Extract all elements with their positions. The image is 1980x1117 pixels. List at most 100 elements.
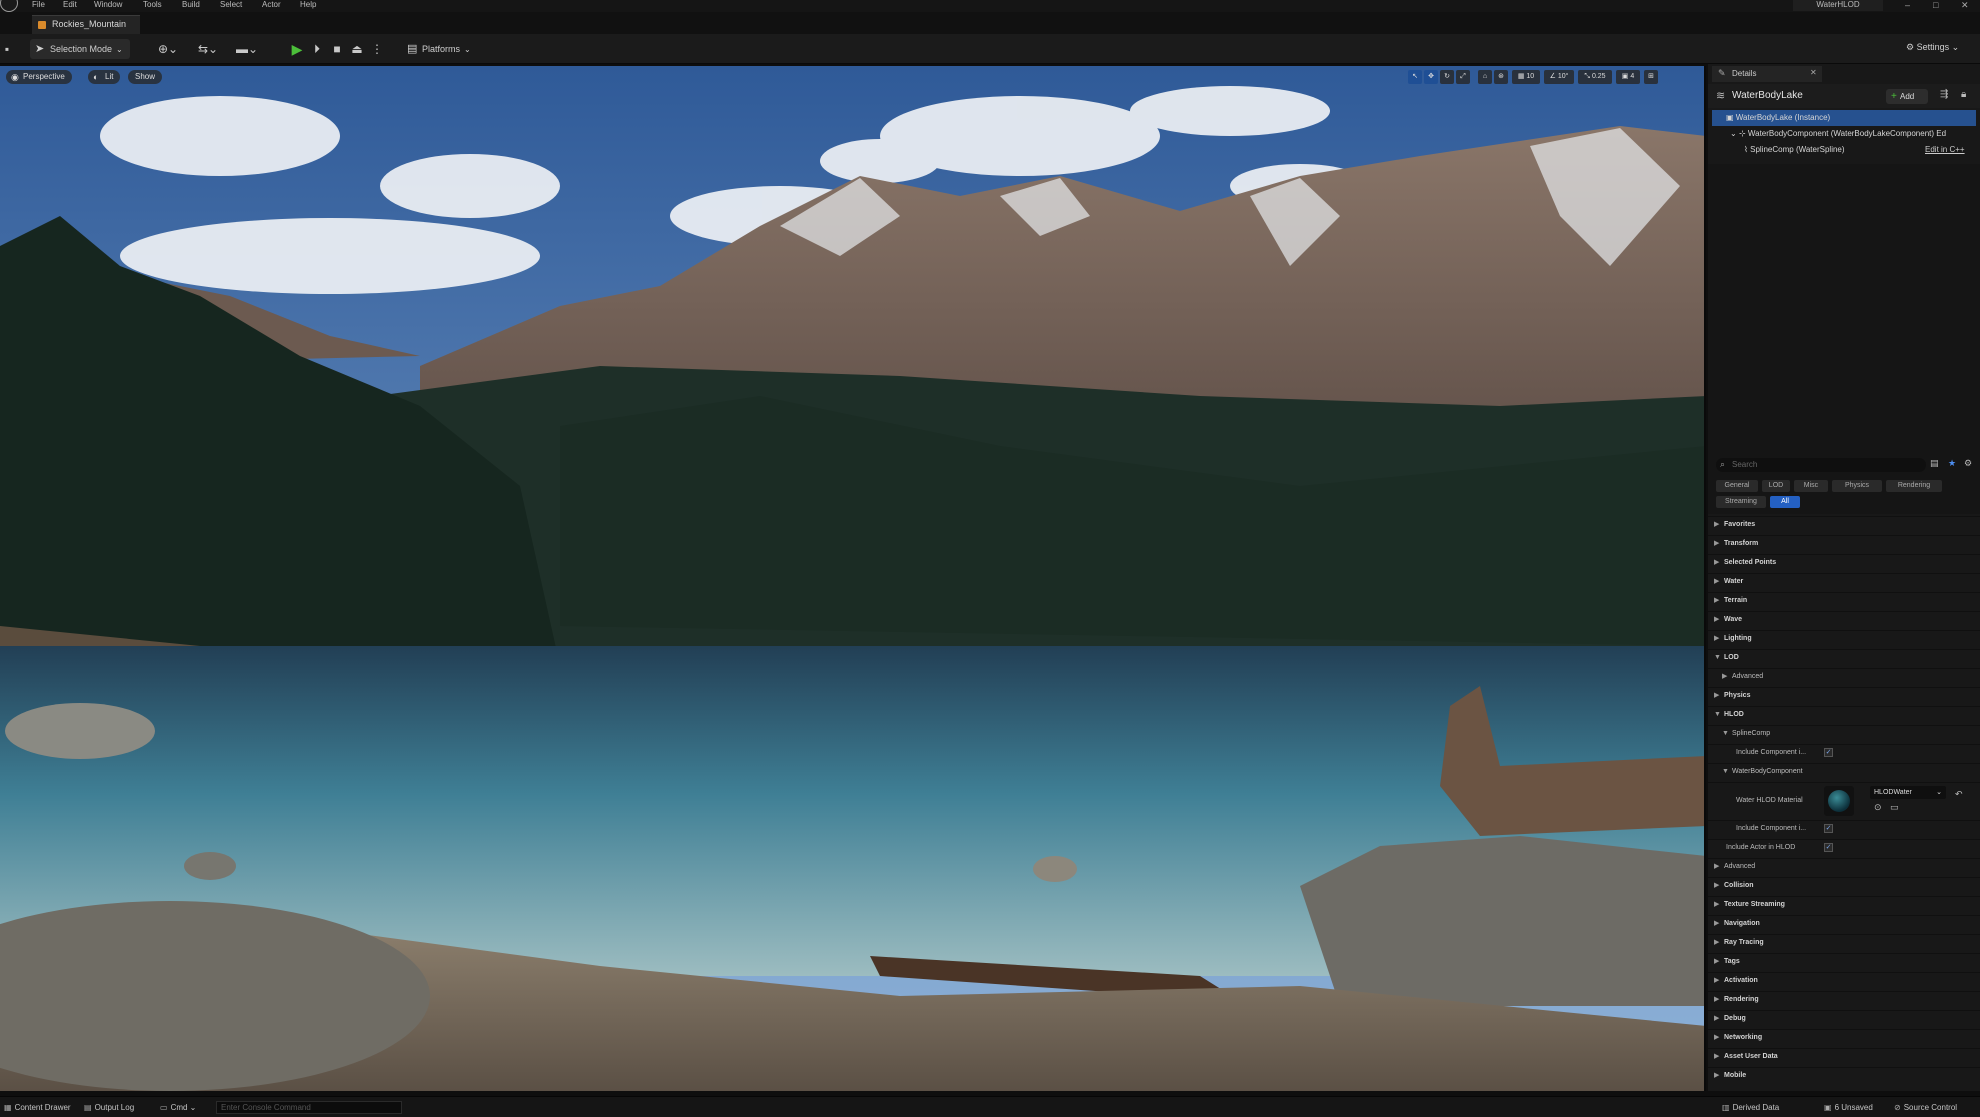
category-waterbodycomponent[interactable]: ▼ WaterBodyComponent (1708, 763, 1980, 778)
material-thumbnail[interactable] (1824, 786, 1854, 816)
surface-snap-icon[interactable]: ⊛ (1494, 70, 1508, 84)
reset-to-default-icon[interactable]: ↶ (1955, 789, 1963, 800)
category-collision[interactable]: ▶ Collision (1708, 877, 1980, 892)
lock-icon[interactable]: 🔒︎ (1961, 89, 1966, 100)
category-texture-streaming[interactable]: ▶ Texture Streaming (1708, 896, 1980, 911)
more-options-icon[interactable]: ⋮ (370, 42, 384, 56)
menu-build[interactable]: Build (182, 0, 200, 12)
local-space-icon[interactable]: ⌂ (1478, 70, 1492, 84)
close-window-button[interactable]: ✕ (1961, 0, 1969, 10)
scale-tool-icon[interactable]: ⤢ (1456, 70, 1470, 84)
menu-tools[interactable]: Tools (143, 0, 162, 12)
filter-rendering[interactable]: Rendering (1886, 480, 1942, 492)
browse-asset-icon[interactable]: ⊙ (1874, 802, 1882, 813)
grid-snap-button[interactable]: ▦ 10 (1512, 70, 1540, 84)
filter-streaming[interactable]: Streaming (1716, 496, 1766, 508)
view-mode-button[interactable]: ◐ Lit (88, 70, 121, 84)
tab-level[interactable]: Rockies_Mountain (32, 15, 140, 34)
category-lod-advanced[interactable]: ▶ Advanced (1708, 668, 1980, 683)
close-icon[interactable]: ✕ (1810, 68, 1817, 77)
category-water[interactable]: ▶ Water (1708, 573, 1980, 588)
edit-cpp-link[interactable]: Edit in C++ (1925, 142, 1965, 158)
settings-button[interactable]: ⚙ Settings ⌄ (1906, 42, 1959, 53)
category-hlod[interactable]: ▼ HLOD (1708, 706, 1980, 721)
cmd-dropdown[interactable]: ▭ Cmd ⌄ (160, 1101, 196, 1114)
category-selected-points[interactable]: ▶ Selected Points (1708, 554, 1980, 569)
platforms-button[interactable]: ▤ Platforms ⌄ (402, 39, 476, 59)
category-transform[interactable]: ▶ Transform (1708, 535, 1980, 550)
tab-details[interactable]: ✎ Details ✕ (1712, 66, 1822, 82)
blueprint-icon[interactable]: ⇶ (1940, 89, 1948, 100)
scale-snap-button[interactable]: ⤡ 0.25 (1578, 70, 1612, 84)
menu-file[interactable]: File (32, 0, 45, 12)
table-view-icon[interactable]: ▤ (1930, 458, 1939, 469)
category-mobile[interactable]: ▶ Mobile (1708, 1067, 1980, 1082)
menu-actor[interactable]: Actor (262, 0, 281, 12)
stop-icon[interactable]: ■ (330, 42, 344, 56)
material-asset-picker[interactable]: HLODWater ⌄ (1870, 786, 1946, 799)
category-splinecomp[interactable]: ▼ SplineComp (1708, 725, 1980, 740)
blueprints-icon[interactable]: ⇆⌄ (195, 42, 221, 56)
eject-icon[interactable]: ⏏ (350, 42, 364, 56)
category-networking[interactable]: ▶ Networking (1708, 1029, 1980, 1044)
details-search-input[interactable]: ⌕ Search (1716, 458, 1926, 472)
gear-icon[interactable]: ⚙ (1964, 458, 1972, 469)
category-navigation[interactable]: ▶ Navigation (1708, 915, 1980, 930)
category-lod[interactable]: ▼ LOD (1708, 649, 1980, 664)
menu-help[interactable]: Help (300, 0, 316, 12)
add-content-icon[interactable]: ⊕⌄ (155, 42, 181, 56)
minimize-button[interactable]: – (1905, 0, 1910, 10)
category-lighting[interactable]: ▶ Lighting (1708, 630, 1980, 645)
maximize-viewport-icon[interactable]: ⊞ (1644, 70, 1658, 84)
derived-data-button[interactable]: ▥ Derived Data (1722, 1101, 1779, 1114)
category-terrain[interactable]: ▶ Terrain (1708, 592, 1980, 607)
category-wave[interactable]: ▶ Wave (1708, 611, 1980, 626)
filter-physics[interactable]: Physics (1832, 480, 1882, 492)
menu-select[interactable]: Select (220, 0, 242, 12)
include-component-spline-checkbox[interactable]: ✓ (1824, 748, 1833, 757)
component-row-instance[interactable]: ▣ WaterBodyLake (Instance) (1712, 110, 1976, 126)
menu-window[interactable]: Window (94, 0, 122, 12)
output-log-button[interactable]: ▤ Output Log (84, 1101, 134, 1114)
cinematics-icon[interactable]: ▬⌄ (234, 42, 260, 56)
unsaved-button[interactable]: ▣ 6 Unsaved (1824, 1101, 1873, 1114)
use-selected-asset-icon[interactable]: ▭ (1890, 802, 1899, 813)
selection-mode-button[interactable]: ➤ Selection Mode ⌄ (30, 39, 130, 59)
category-favorites[interactable]: ▶ Favorites (1708, 516, 1980, 531)
content-drawer-button[interactable]: ▦ Content Drawer (4, 1101, 71, 1114)
level-viewport[interactable]: ◉ Perspective ◐ Lit Show ↖ ✥ ↻ ⤢ ⌂ ⊛ ▦ 10 … (0, 66, 1706, 1091)
category-debug[interactable]: ▶ Debug (1708, 1010, 1980, 1025)
include-component-waterbody-checkbox[interactable]: ✓ (1824, 824, 1833, 833)
filter-lod[interactable]: LOD (1762, 480, 1790, 492)
include-actor-in-hlod-checkbox[interactable]: ✓ (1824, 843, 1833, 852)
save-icon[interactable]: ▪ (0, 42, 14, 56)
favorite-star-icon[interactable]: ★ (1948, 458, 1956, 469)
show-button[interactable]: Show (128, 70, 163, 84)
rotate-tool-icon[interactable]: ↻ (1440, 70, 1454, 84)
viewport-scene[interactable] (0, 66, 1706, 1091)
filter-misc[interactable]: Misc (1794, 480, 1828, 492)
category-rendering[interactable]: ▶ Rendering (1708, 991, 1980, 1006)
category-hlod-advanced[interactable]: ▶ Advanced (1708, 858, 1980, 873)
category-asset-user-data[interactable]: ▶ Asset User Data (1708, 1048, 1980, 1063)
unreal-logo-icon[interactable] (0, 0, 18, 12)
component-row-waterbody[interactable]: ⌄ ⊹ WaterBodyComponent (WaterBodyLakeCom… (1712, 126, 1976, 142)
rotation-snap-button[interactable]: ∠ 10° (1544, 70, 1574, 84)
add-component-button[interactable]: + Add (1886, 89, 1928, 104)
filter-all[interactable]: All (1770, 496, 1800, 508)
console-command-input[interactable]: Enter Console Command (216, 1101, 402, 1114)
menu-edit[interactable]: Edit (63, 0, 77, 12)
select-tool-icon[interactable]: ↖ (1408, 70, 1422, 84)
category-tags[interactable]: ▶ Tags (1708, 953, 1980, 968)
maximize-button[interactable]: □ (1933, 0, 1938, 10)
translate-tool-icon[interactable]: ✥ (1424, 70, 1438, 84)
source-control-button[interactable]: ⊘ Source Control (1894, 1101, 1957, 1114)
category-activation[interactable]: ▶ Activation (1708, 972, 1980, 987)
filter-general[interactable]: General (1716, 480, 1758, 492)
play-icon[interactable]: ▶ (290, 42, 304, 56)
category-ray-tracing[interactable]: ▶ Ray Tracing (1708, 934, 1980, 949)
camera-speed-button[interactable]: ▣ 4 (1616, 70, 1640, 84)
step-icon[interactable]: ⏵ (310, 42, 324, 56)
hamburger-perspective-button[interactable]: ◉ Perspective (6, 70, 72, 84)
component-row-spline[interactable]: ⌇ SplineComp (WaterSpline) Edit in C++ (1712, 142, 1976, 158)
